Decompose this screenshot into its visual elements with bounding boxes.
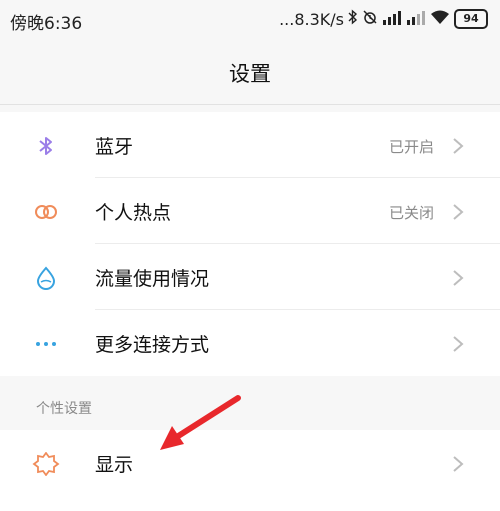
- hotspot-label: 个人热点: [95, 202, 172, 224]
- signal-hd-icon: [382, 9, 402, 29]
- red-annotation-arrow: [160, 395, 241, 450]
- settings-header: 设置: [0, 38, 500, 105]
- connectivity-group: 蓝牙 已开启 个人热点 已关闭 流量使用情况 更多连接方式: [0, 112, 500, 376]
- bluetooth-status-icon: [348, 9, 358, 29]
- section-header-personalization: 个性设置: [36, 401, 92, 417]
- data-usage-row[interactable]: 流量使用情况: [0, 244, 500, 310]
- hotspot-status: 已关闭: [388, 204, 434, 222]
- status-time: 傍晚6:36: [10, 14, 83, 34]
- page-title: 设置: [229, 62, 271, 86]
- signal-2-icon: [406, 9, 426, 29]
- data-usage-icon: [32, 266, 60, 290]
- display-label: 显示: [95, 454, 134, 476]
- chevron-right-icon: [452, 335, 464, 353]
- hotspot-row[interactable]: 个人热点 已关闭: [0, 178, 500, 244]
- data-usage-label: 流量使用情况: [95, 268, 210, 290]
- alarm-off-icon: [362, 9, 378, 29]
- hotspot-icon: [32, 200, 60, 224]
- chevron-right-icon: [452, 455, 464, 473]
- display-sun-icon: [32, 451, 60, 477]
- more-dots-icon: [32, 332, 60, 356]
- status-bar: 傍晚6:36 ...8.3K/s 94: [0, 0, 500, 38]
- network-speed: ...8.3K/s: [279, 9, 344, 29]
- display-row[interactable]: 显示: [0, 430, 500, 496]
- more-connections-label: 更多连接方式: [95, 334, 210, 356]
- bluetooth-label: 蓝牙: [95, 136, 134, 158]
- more-connections-row[interactable]: 更多连接方式: [0, 310, 500, 376]
- personalization-group: 显示: [0, 430, 500, 511]
- bluetooth-status: 已开启: [388, 138, 434, 156]
- bluetooth-icon: [32, 134, 60, 158]
- wifi-icon: [430, 9, 450, 29]
- chevron-right-icon: [452, 137, 464, 155]
- chevron-right-icon: [452, 203, 464, 221]
- status-icons: ...8.3K/s 94: [279, 8, 488, 30]
- bluetooth-row[interactable]: 蓝牙 已开启: [0, 112, 500, 178]
- chevron-right-icon: [452, 269, 464, 287]
- battery-indicator: 94: [454, 9, 488, 29]
